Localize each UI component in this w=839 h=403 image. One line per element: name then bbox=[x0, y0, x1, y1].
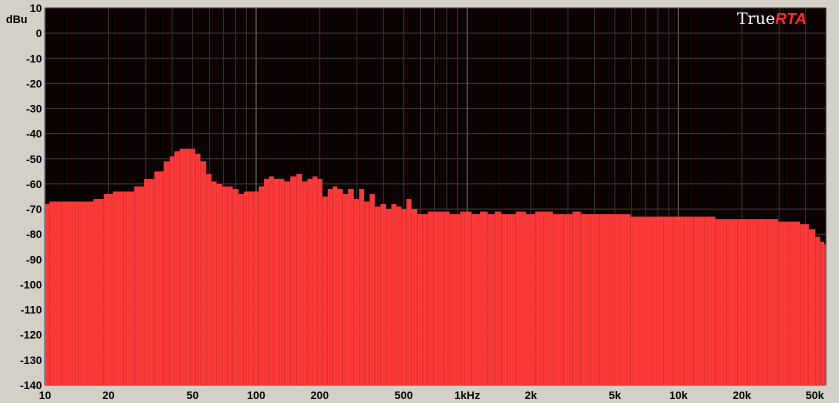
spectrum-bar bbox=[507, 214, 516, 385]
logo-text-rta: RTA bbox=[775, 11, 806, 28]
spectrum-bar bbox=[460, 211, 465, 385]
y-unit-label: dBu bbox=[6, 14, 27, 26]
spectrum-bar bbox=[190, 148, 196, 385]
x-tick-label: 10 bbox=[39, 390, 51, 402]
spectrum-bar bbox=[45, 204, 50, 385]
spectrum-chart: 100-10-20-30-40-50-60-70-80-90-100-110-1… bbox=[6, 3, 827, 402]
spectrum-bar bbox=[535, 211, 544, 385]
x-tick-label: 1kHz bbox=[454, 390, 480, 402]
x-tick-label: 10k bbox=[669, 390, 688, 402]
y-tick-label: -90 bbox=[26, 254, 42, 266]
spectrum-bar bbox=[737, 219, 748, 385]
x-tick-label: 5k bbox=[609, 390, 622, 402]
spectrum-bar bbox=[112, 191, 124, 385]
y-tick-label: -130 bbox=[20, 355, 42, 367]
spectrum-bar bbox=[422, 214, 428, 385]
spectrum-bar bbox=[264, 178, 269, 385]
logo-text-true: True bbox=[737, 9, 775, 28]
spectrum-bar bbox=[200, 161, 207, 385]
spectrum-bar bbox=[342, 193, 349, 385]
y-tick-label: -100 bbox=[20, 279, 42, 291]
spectrum-bar bbox=[273, 178, 280, 385]
spectrum-bar bbox=[353, 199, 360, 385]
spectrum-bar bbox=[185, 148, 191, 385]
spectrum-bar bbox=[599, 214, 611, 385]
y-tick-label: -40 bbox=[26, 129, 42, 141]
spectrum-bar bbox=[61, 201, 79, 385]
spectrum-bar bbox=[543, 211, 553, 385]
spectrum-bar bbox=[258, 186, 265, 385]
x-tick-label: 20k bbox=[733, 390, 752, 402]
y-tick-label: 0 bbox=[36, 28, 42, 40]
spectrum-bar bbox=[216, 183, 223, 385]
y-tick-label: 10 bbox=[30, 3, 42, 15]
spectrum-bar bbox=[449, 214, 455, 385]
spectrum-bar bbox=[243, 191, 249, 385]
y-tick-label: -120 bbox=[20, 330, 42, 342]
x-tick-labels: 10 20 50 100 200 500 1kHz 2k 5k 10k 20k 50k bbox=[39, 390, 825, 402]
spectrum-bar bbox=[563, 214, 573, 385]
y-tick-labels: 10 0 -10 -20 -30 -40 -50 -60 -70 -80 -90 -100 -110 -1… bbox=[20, 3, 42, 392]
spectrum-bar bbox=[169, 156, 175, 385]
x-tick-label: 200 bbox=[311, 390, 329, 402]
spectrum-bar bbox=[704, 216, 716, 385]
x-tick-label: 50k bbox=[806, 390, 825, 402]
y-tick-label: -30 bbox=[26, 104, 42, 116]
x-tick-label: 20 bbox=[102, 390, 114, 402]
x-tick-label: 2k bbox=[525, 390, 538, 402]
spectrum-bar bbox=[501, 214, 508, 385]
spectrum-bar bbox=[572, 211, 581, 385]
x-tick-label: 50 bbox=[186, 390, 198, 402]
spectrum-bar bbox=[411, 209, 418, 385]
spectrum-bar bbox=[222, 186, 228, 385]
rta-window: 10 0 -10 -20 -30 -40 -50 -60 -70 -80 -90 -100 -110 -1… bbox=[0, 0, 839, 403]
spectrum-bar bbox=[433, 211, 439, 385]
truerta-logo: TrueRTA bbox=[737, 9, 807, 28]
spectrum-bar bbox=[480, 211, 488, 385]
spectrum-bar bbox=[767, 219, 779, 385]
spectrum-bar bbox=[332, 186, 338, 385]
spectrum-bar bbox=[134, 186, 145, 385]
y-tick-label: -20 bbox=[26, 78, 42, 90]
spectrum-bar bbox=[683, 216, 694, 385]
y-tick-label: -110 bbox=[21, 305, 42, 317]
y-tick-label: -10 bbox=[26, 53, 42, 65]
spectrum-bar bbox=[374, 206, 381, 385]
x-tick-label: 500 bbox=[395, 390, 413, 402]
spectrum-bar bbox=[515, 211, 527, 385]
spectrum-bar bbox=[232, 188, 239, 385]
spectrum-bar bbox=[279, 178, 285, 385]
spectrum-bar bbox=[789, 221, 801, 385]
y-tick-label: -50 bbox=[26, 154, 42, 166]
y-tick-label: -60 bbox=[26, 179, 42, 191]
spectrum-bar bbox=[471, 214, 481, 385]
spectrum-bar bbox=[123, 191, 135, 385]
y-tick-label: -70 bbox=[26, 204, 42, 216]
spectrum-bar bbox=[248, 191, 254, 385]
spectrum-bar bbox=[163, 161, 170, 385]
spectrum-bar bbox=[620, 214, 631, 385]
spectrum-bar bbox=[427, 211, 434, 385]
x-tick-label: 100 bbox=[247, 390, 265, 402]
spectrum-bar bbox=[800, 224, 809, 385]
y-tick-label: -80 bbox=[26, 229, 42, 241]
